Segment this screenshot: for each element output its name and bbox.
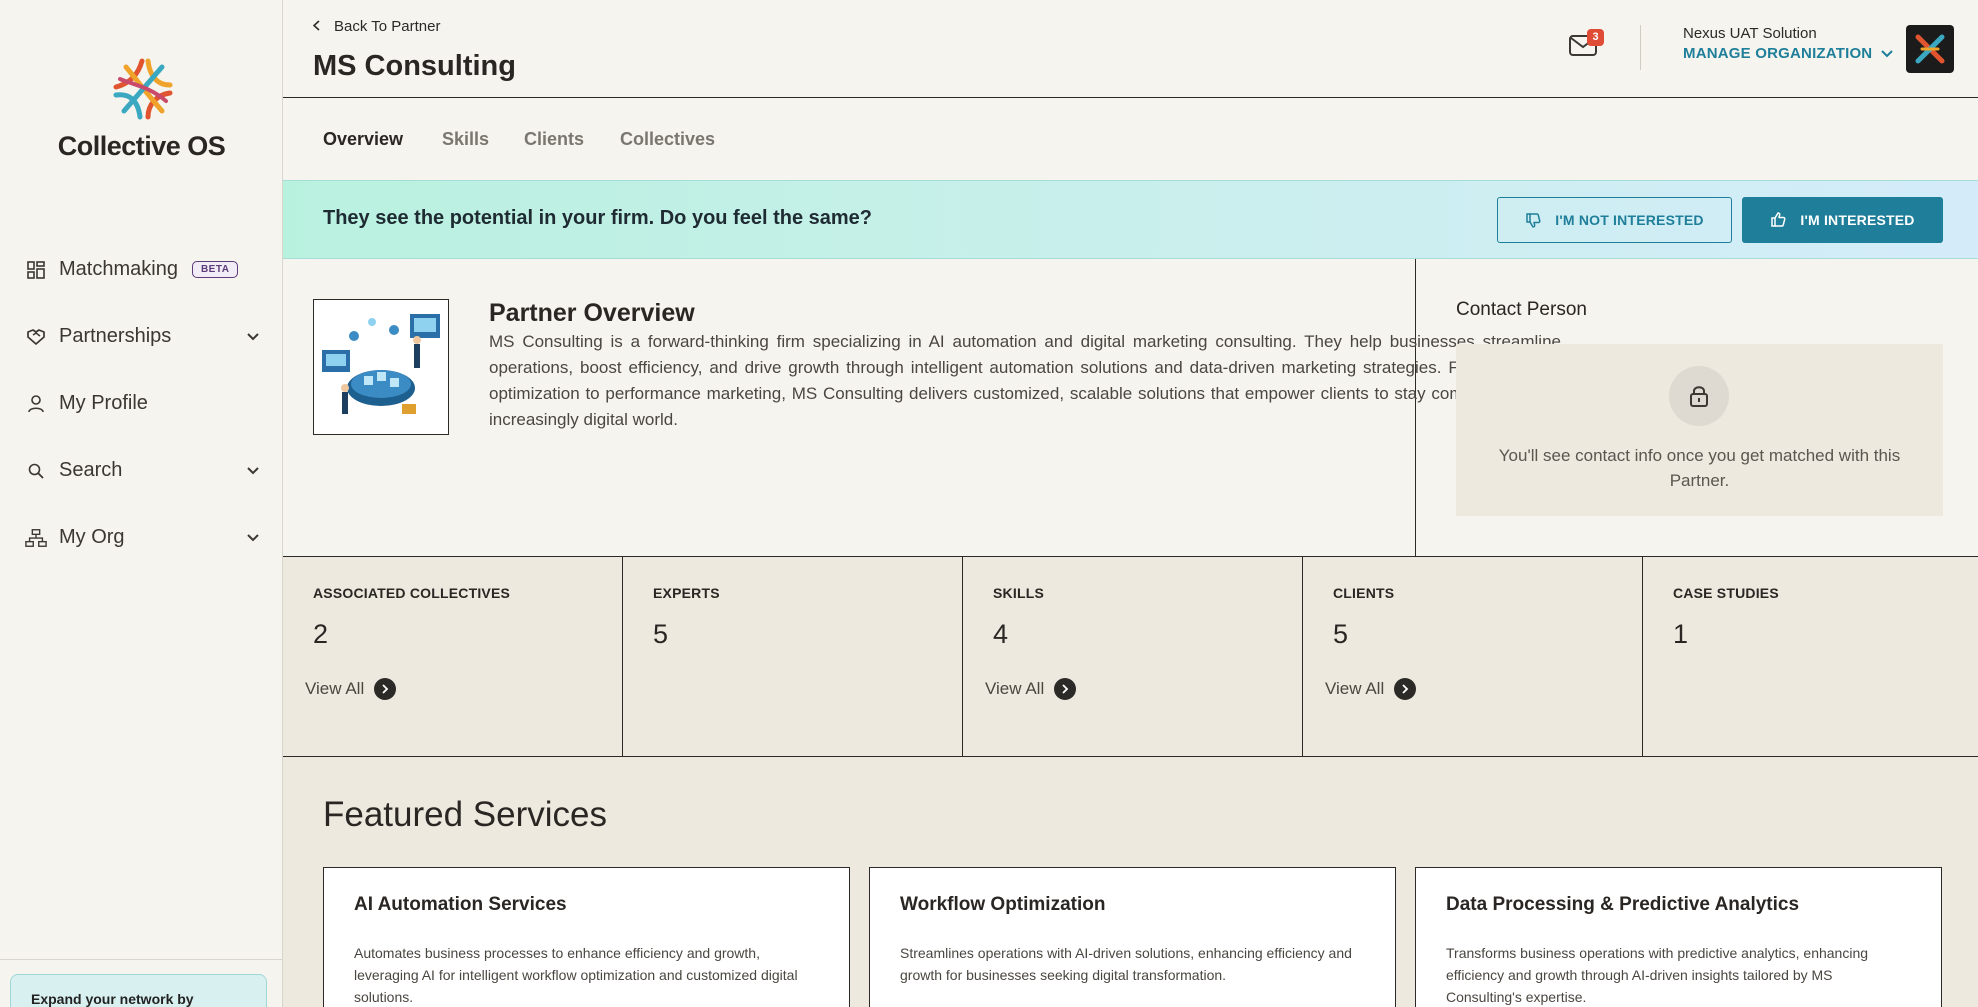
view-all-link[interactable]: View All — [985, 678, 1077, 700]
not-interested-label: I'M NOT INTERESTED — [1555, 212, 1704, 228]
beta-badge: BETA — [191, 261, 239, 278]
contact-person-section: Contact Person You'll see contact info o… — [1417, 259, 1978, 556]
contact-message: You'll see contact info once you get mat… — [1498, 446, 1901, 490]
sidebar-item-label: Matchmaking — [59, 258, 178, 280]
lock-icon — [1669, 366, 1729, 426]
stat-experts: EXPERTS 5 — [623, 557, 963, 756]
service-card-description: Automates business processes to enhance … — [354, 945, 798, 1005]
tab-clients[interactable]: Clients — [524, 129, 584, 150]
service-card-description: Streamlines operations with AI-driven so… — [900, 945, 1352, 983]
sidebar-item-label: My Profile — [59, 392, 148, 414]
sidebar-item-search[interactable]: Search — [0, 437, 283, 504]
featured-title: Featured Services — [323, 795, 608, 834]
contact-locked-box: You'll see contact info once you get mat… — [1456, 344, 1943, 516]
view-all-link[interactable]: View All — [1325, 678, 1417, 700]
stat-value: 5 — [653, 619, 669, 649]
banner-text: They see the potential in your firm. Do … — [323, 207, 873, 229]
stat-associated-collectives: ASSOCIATED COLLECTIVES 2 View All — [283, 557, 623, 756]
notification-badge: 3 — [1587, 29, 1604, 46]
chevron-down-icon — [1881, 49, 1894, 58]
stats-row: ASSOCIATED COLLECTIVES 2 View All EXPERT… — [283, 556, 1978, 757]
interested-label: I'M INTERESTED — [1800, 212, 1915, 228]
sidebar-item-label: Search — [59, 459, 123, 481]
chevron-down-icon — [247, 462, 259, 480]
stat-value: 1 — [1673, 619, 1689, 649]
sidebar-item-my-org[interactable]: My Org — [0, 504, 283, 571]
manage-organization-label: MANAGE ORGANIZATION — [1683, 45, 1873, 62]
contact-title: Contact Person — [1456, 299, 1587, 320]
featured-services-section: Featured Services AI Automation Services… — [283, 757, 1978, 1007]
sidebar-divider — [0, 959, 283, 960]
view-all-label: View All — [1325, 679, 1385, 698]
back-link-label: Back To Partner — [334, 18, 441, 35]
stat-label: CLIENTS — [1333, 585, 1395, 601]
stat-value: 2 — [313, 619, 329, 649]
sidebar-item-label: My Org — [59, 526, 125, 548]
view-all-label: View All — [305, 679, 365, 698]
sidebar-item-label: Partnerships — [59, 325, 172, 347]
partner-illustration — [313, 299, 449, 435]
chevron-right-icon — [374, 678, 397, 700]
sidebar-nav: Matchmaking BETA Partnerships My Profile… — [0, 236, 283, 571]
chevron-right-icon — [1054, 678, 1077, 700]
stat-clients: CLIENTS 5 View All — [1303, 557, 1643, 756]
page-title: MS Consulting — [313, 50, 516, 82]
thumbs-down-icon — [1525, 212, 1541, 228]
org-logo-icon — [1915, 34, 1945, 64]
interest-banner: They see the potential in your firm. Do … — [283, 180, 1978, 259]
org-avatar[interactable] — [1906, 25, 1954, 73]
not-interested-button[interactable]: I'M NOT INTERESTED — [1497, 197, 1732, 243]
stat-label: CASE STUDIES — [1673, 585, 1779, 601]
view-all-label: View All — [985, 679, 1045, 698]
stat-value: 4 — [993, 619, 1009, 649]
overview-title: Partner Overview — [489, 299, 695, 327]
view-all-link[interactable]: View All — [305, 678, 397, 700]
service-card-title: Data Processing & Predictive Analytics — [1446, 894, 1800, 915]
promo-card[interactable]: Expand your network by — [10, 974, 267, 1007]
stat-skills: SKILLS 4 View All — [963, 557, 1303, 756]
sidebar-item-matchmaking[interactable]: Matchmaking BETA — [0, 236, 283, 303]
stat-value: 5 — [1333, 619, 1349, 649]
back-link[interactable]: Back To Partner — [312, 18, 441, 35]
page-header: Back To Partner MS Consulting 3 Nexus UA… — [283, 0, 1978, 98]
grid-icon — [25, 259, 47, 281]
service-card[interactable]: Data Processing & Predictive Analytics T… — [1415, 867, 1942, 1007]
stat-label: ASSOCIATED COLLECTIVES — [313, 585, 511, 601]
user-icon — [25, 393, 47, 415]
service-card-description: Transforms business operations with pred… — [1446, 945, 1869, 1005]
chevron-left-icon — [312, 19, 320, 34]
thumbs-up-icon — [1770, 212, 1786, 228]
stat-label: EXPERTS — [653, 585, 720, 601]
header-divider — [1640, 25, 1641, 70]
search-icon — [25, 460, 47, 482]
partner-overview-section: Partner Overview MS Consulting is a forw… — [283, 259, 1561, 556]
collective-logo-icon — [113, 58, 172, 120]
manage-organization-dropdown[interactable]: MANAGE ORGANIZATION — [1683, 45, 1894, 62]
tab-bar: Overview Skills Clients Collectives — [283, 99, 1978, 180]
overview-description: MS Consulting is a forward-thinking firm… — [489, 332, 1561, 429]
interested-button[interactable]: I'M INTERESTED — [1742, 197, 1943, 243]
promo-text: Expand your network by — [31, 991, 194, 1007]
service-card-title: Workflow Optimization — [900, 894, 1106, 915]
chevron-right-icon — [1394, 678, 1417, 700]
handshake-icon — [25, 326, 47, 348]
org-chart-icon — [25, 527, 47, 549]
org-name: Nexus UAT Solution — [1683, 25, 1817, 42]
service-card-title: AI Automation Services — [354, 894, 567, 915]
chevron-down-icon — [247, 529, 259, 547]
service-card[interactable]: AI Automation Services Automates busines… — [323, 867, 850, 1007]
tab-collectives[interactable]: Collectives — [620, 129, 715, 150]
service-card[interactable]: Workflow Optimization Streamlines operat… — [869, 867, 1396, 1007]
tab-overview[interactable]: Overview — [323, 129, 403, 150]
stat-case-studies: CASE STUDIES 1 — [1643, 557, 1978, 756]
chevron-down-icon — [247, 328, 259, 346]
stat-label: SKILLS — [993, 585, 1044, 601]
tab-skills[interactable]: Skills — [442, 129, 489, 150]
app-name: Collective OS — [57, 131, 226, 161]
app-logo[interactable]: Collective OS — [0, 55, 283, 162]
sidebar: Collective OS Matchmaking BETA Partnersh… — [0, 0, 283, 1007]
sidebar-item-my-profile[interactable]: My Profile — [0, 370, 283, 437]
sidebar-item-partnerships[interactable]: Partnerships — [0, 303, 283, 370]
